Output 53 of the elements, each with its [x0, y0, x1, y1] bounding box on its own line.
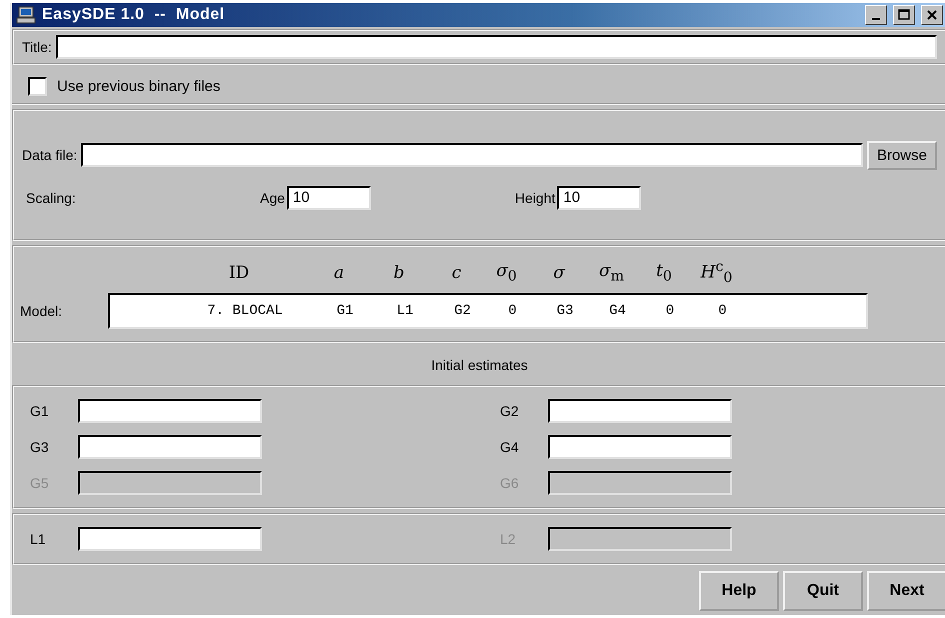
estimate-field[interactable] [78, 435, 262, 459]
model-value: 0 [507, 302, 518, 319]
title-field[interactable] [56, 35, 937, 59]
model-value: L1 [396, 302, 414, 319]
close-icon [927, 10, 937, 20]
model-value: 7. BLOCAL [206, 302, 284, 319]
model-value: G3 [556, 302, 574, 319]
model-value: 0 [717, 302, 728, 319]
column-header: b [392, 262, 406, 283]
column-header: σ$_{0}$ [495, 261, 518, 285]
column-header: c [450, 262, 462, 283]
model-field[interactable]: 7. BLOCAL G1 L1 G2 0 G3 G4 0 0 [108, 292, 868, 329]
minimize-icon [872, 18, 880, 20]
model-value: G1 [336, 302, 354, 319]
column-header: ID [228, 262, 250, 283]
scaling-label: Scaling: [26, 190, 77, 206]
column-header: t$_{0}$ [655, 261, 673, 285]
model-label: Model: [20, 302, 64, 319]
section-title: Initial estimates [431, 357, 528, 373]
computer-icon [16, 6, 36, 24]
scaling-field-label: Height [514, 190, 556, 206]
scaling-field[interactable]: 10 [557, 186, 642, 210]
estimate-label: G1 [30, 403, 50, 419]
column-header: a [332, 262, 346, 283]
minimize-button[interactable] [865, 5, 887, 25]
estimate-label: L1 [30, 531, 47, 547]
column-header: σ$_{m}$ [598, 261, 626, 285]
data-file-field[interactable] [81, 143, 863, 167]
model-value: 0 [664, 302, 676, 319]
window-title: EasySDE 1.0 -- Model [42, 6, 226, 24]
estimate-field[interactable] [78, 527, 262, 551]
checkbox-label: Use previous binary files [57, 78, 220, 94]
maximize-button[interactable] [893, 5, 915, 25]
model-value: G2 [453, 302, 472, 319]
dialog-button[interactable]: Next [867, 571, 945, 611]
estimate-field[interactable] [548, 435, 732, 459]
scaling-field-label: Age [260, 190, 285, 206]
model-value: G4 [608, 302, 627, 319]
estimate-field[interactable] [78, 399, 262, 423]
dialog-button[interactable]: Help [699, 571, 779, 611]
estimate-field[interactable] [548, 399, 732, 423]
close-button[interactable] [921, 5, 943, 25]
estimate-label: G2 [500, 403, 520, 419]
maximize-icon [898, 9, 910, 21]
scaling-field[interactable]: 10 [286, 186, 371, 210]
title-label: Title: [22, 39, 52, 55]
browse-button[interactable]: Browse [866, 140, 937, 170]
column-header: σ [552, 262, 566, 283]
checkbox[interactable] [28, 76, 47, 96]
estimate-label: G4 [500, 439, 520, 455]
estimate-label: G3 [30, 439, 50, 455]
dialog-button[interactable]: Quit [783, 571, 863, 611]
data-file-label: Data file: [22, 147, 78, 163]
